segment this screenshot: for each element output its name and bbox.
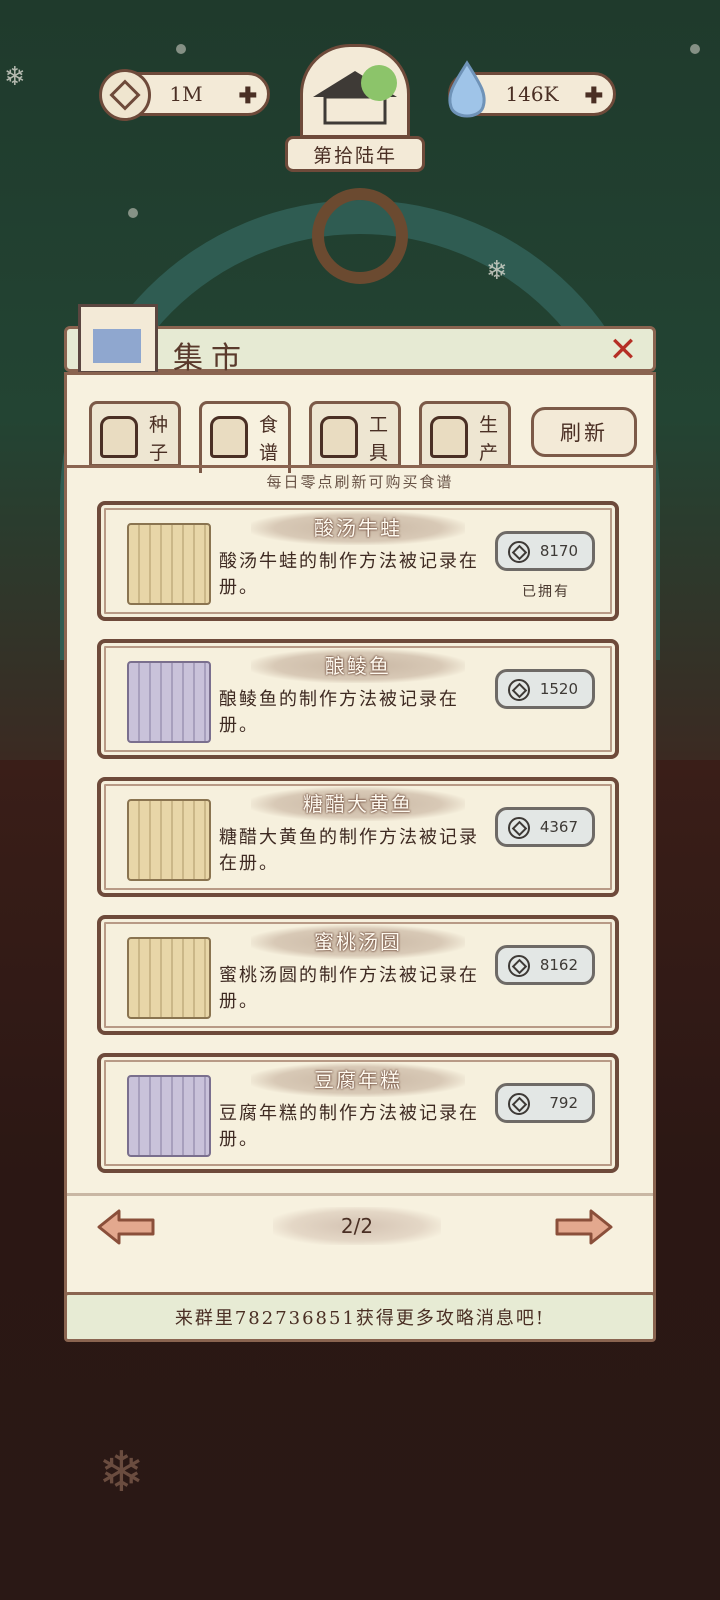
snow-dot xyxy=(128,208,138,218)
tab-production[interactable]: 生 产 xyxy=(419,401,511,467)
recipe-description: 酿鲮鱼的制作方法被记录在册。 xyxy=(219,689,459,736)
tool-icon xyxy=(320,416,358,458)
tab-label: 生 xyxy=(478,414,498,436)
recipe-name: 豆腐年糕 xyxy=(251,1063,465,1097)
snowflake-icon: ❄ xyxy=(98,1440,145,1505)
snowflake-icon: ❄ xyxy=(486,256,508,286)
next-page-arrow-icon[interactable] xyxy=(553,1207,615,1247)
coin-balance[interactable]: 1M ✚ xyxy=(99,69,270,121)
recipe-scroll-icon xyxy=(127,799,211,881)
recipe-scroll-icon xyxy=(127,937,211,1019)
recipe-card[interactable]: 酿鲮鱼 酿鲮鱼的制作方法被记录在册。 1520 xyxy=(97,639,619,759)
recipe-scroll-icon xyxy=(127,523,211,605)
refresh-button[interactable]: 刷新 xyxy=(531,407,637,457)
deer-wreath-icon xyxy=(312,188,408,284)
pager-divider xyxy=(67,1193,653,1196)
community-banner[interactable]: 来群里782736851获得更多攻略消息吧! xyxy=(64,1292,656,1342)
price-value: 792 xyxy=(549,1094,578,1112)
market-panel: 种 子 食 谱 工 具 生 产 刷新 每日零点刷新可购买食谱 酸汤牛蛙 酸汤牛蛙… xyxy=(64,372,656,1310)
coin-icon xyxy=(99,69,151,121)
recipe-name: 酸汤牛蛙 xyxy=(251,511,465,545)
recipe-card[interactable]: 蜜桃汤圆 蜜桃汤圆的制作方法被记录在册。 8162 xyxy=(97,915,619,1035)
tab-divider xyxy=(67,465,653,468)
add-coins-icon[interactable]: ✚ xyxy=(239,83,257,109)
seed-bag-icon xyxy=(100,416,138,458)
page-indicator: 2/2 xyxy=(273,1207,441,1245)
price-tag[interactable]: 8162 xyxy=(495,945,595,985)
year-label: 第拾陆年 xyxy=(285,136,425,172)
coin-icon xyxy=(508,955,530,977)
coin-icon xyxy=(508,541,530,563)
snow-dot xyxy=(176,44,186,54)
market-stall-icon xyxy=(78,304,158,374)
tab-label: 工 xyxy=(368,414,388,436)
village-house-icon[interactable] xyxy=(300,44,410,138)
tab-label: 产 xyxy=(478,442,498,464)
coin-amount: 1M xyxy=(169,82,203,106)
recipe-description: 豆腐年糕的制作方法被记录在册。 xyxy=(219,1103,479,1150)
recipe-card[interactable]: 酸汤牛蛙 酸汤牛蛙的制作方法被记录在册。 8170 已拥有 xyxy=(97,501,619,621)
price-value: 8170 xyxy=(539,542,578,560)
recipe-name: 糖醋大黄鱼 xyxy=(251,787,465,821)
tab-label: 种 xyxy=(148,414,168,436)
recipe-description: 酸汤牛蛙的制作方法被记录在册。 xyxy=(219,551,479,598)
tab-recipes[interactable]: 食 谱 xyxy=(199,401,291,473)
water-amount: 146K xyxy=(505,82,559,106)
production-icon xyxy=(430,416,468,458)
recipe-scroll-icon xyxy=(127,661,211,743)
price-tag[interactable]: 1520 xyxy=(495,669,595,709)
tab-seeds[interactable]: 种 子 xyxy=(89,401,181,467)
price-tag[interactable]: 8170 xyxy=(495,531,595,571)
price-value: 1520 xyxy=(539,680,578,698)
prev-page-arrow-icon[interactable] xyxy=(95,1207,157,1247)
water-balance[interactable]: 146K ✚ xyxy=(448,60,616,118)
snow-dot xyxy=(690,44,700,54)
add-water-icon[interactable]: ✚ xyxy=(585,83,603,109)
price-value: 8162 xyxy=(539,956,578,974)
recipe-book-icon xyxy=(210,416,248,458)
recipe-name: 蜜桃汤圆 xyxy=(251,925,465,959)
coin-icon xyxy=(508,679,530,701)
recipe-description: 糖醋大黄鱼的制作方法被记录在册。 xyxy=(219,827,479,874)
market-title: 集市 xyxy=(173,341,249,376)
recipe-name: 酿鲮鱼 xyxy=(251,649,465,683)
recipe-card[interactable]: 糖醋大黄鱼 糖醋大黄鱼的制作方法被记录在册。 4367 xyxy=(97,777,619,897)
tab-label: 具 xyxy=(368,442,388,464)
refresh-hint: 每日零点刷新可购买食谱 xyxy=(266,473,454,491)
tab-label: 食 xyxy=(258,414,278,436)
water-drop-icon xyxy=(448,60,486,118)
close-button[interactable]: ✕ xyxy=(607,333,639,367)
tab-label: 谱 xyxy=(258,442,278,464)
snowflake-icon: ❄ xyxy=(4,62,26,92)
price-tag[interactable]: 792 xyxy=(495,1083,595,1123)
owned-label: 已拥有 xyxy=(522,584,570,600)
tab-tools[interactable]: 工 具 xyxy=(309,401,401,467)
coin-icon xyxy=(508,817,530,839)
recipe-scroll-icon xyxy=(127,1075,211,1157)
recipe-card[interactable]: 豆腐年糕 豆腐年糕的制作方法被记录在册。 792 xyxy=(97,1053,619,1173)
tab-label: 子 xyxy=(148,442,168,464)
coin-icon xyxy=(508,1093,530,1115)
recipe-description: 蜜桃汤圆的制作方法被记录在册。 xyxy=(219,965,479,1012)
price-tag[interactable]: 4367 xyxy=(495,807,595,847)
price-value: 4367 xyxy=(539,818,578,836)
category-tabs: 种 子 食 谱 工 具 生 产 刷新 xyxy=(89,401,637,473)
